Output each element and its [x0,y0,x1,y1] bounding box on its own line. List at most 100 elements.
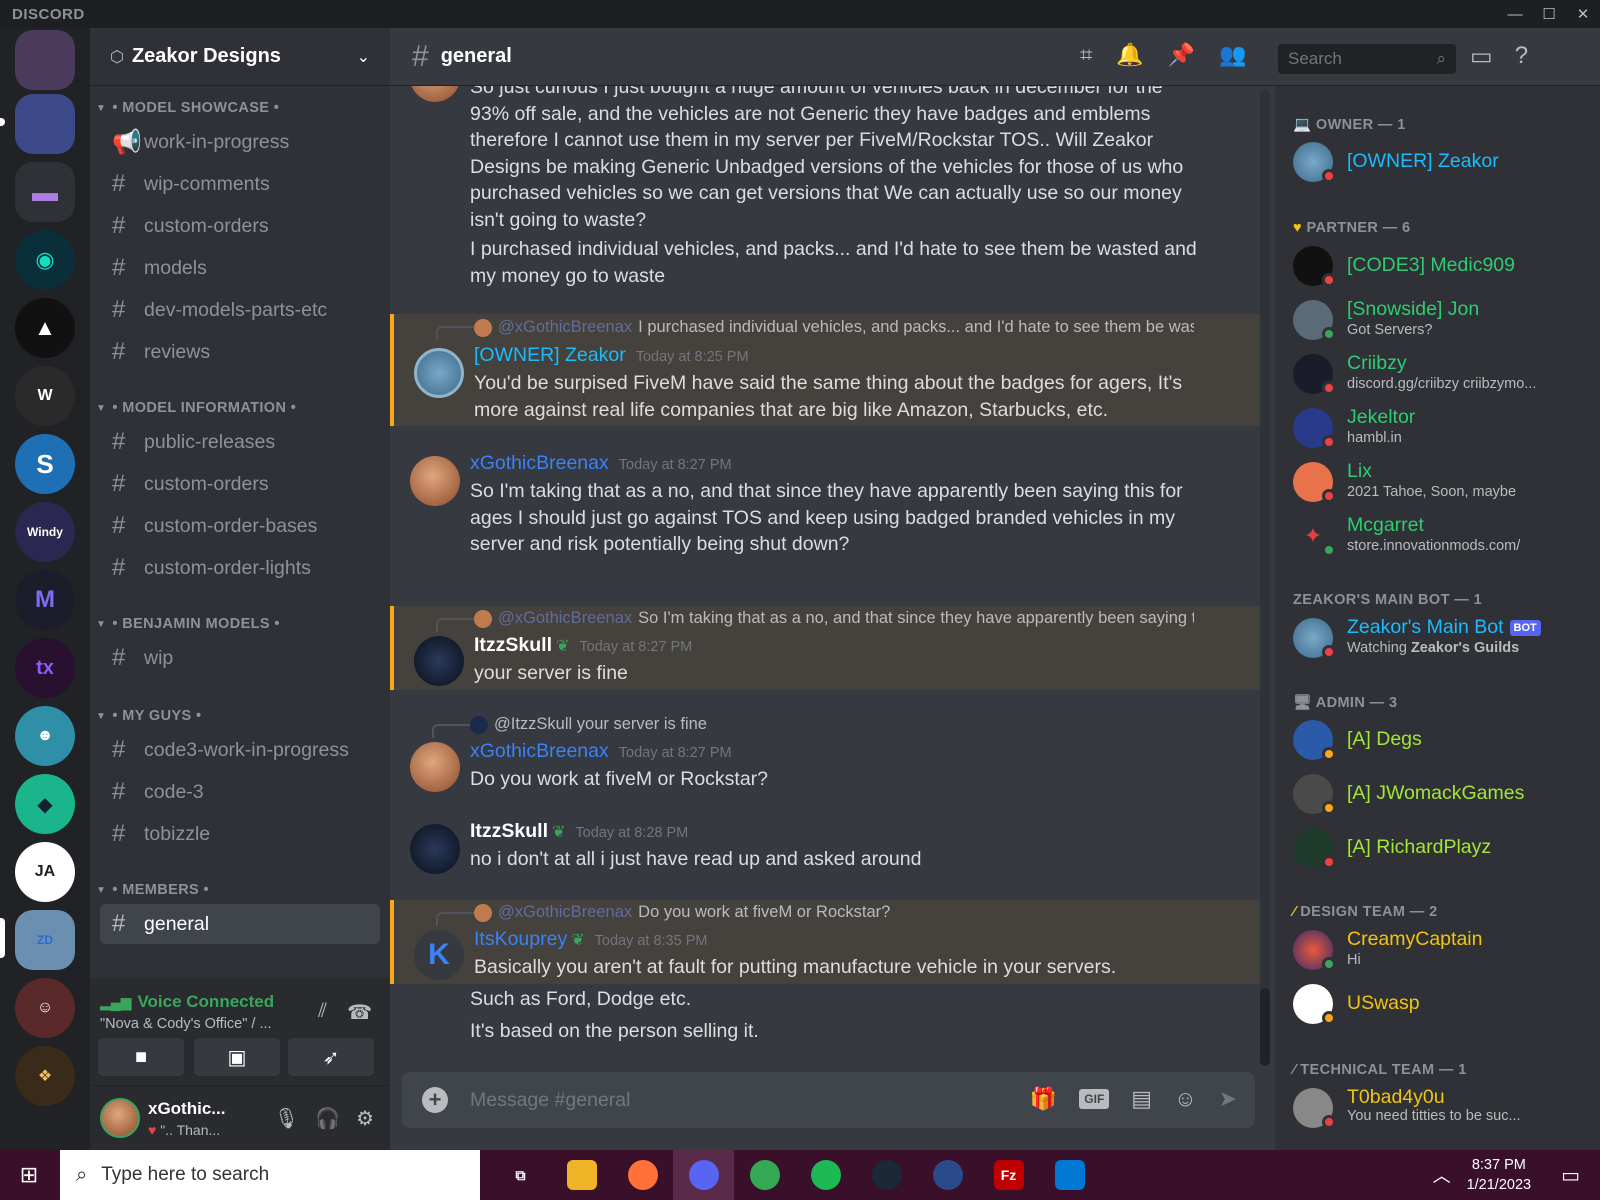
help-icon[interactable]: ? [1515,42,1528,71]
avatar[interactable] [410,456,460,506]
windows-start-button[interactable]: ⊞ [0,1150,58,1200]
pin-icon[interactable]: 📌 [1168,42,1195,68]
channel-custom-order-lights[interactable]: # custom-order-lights [100,548,380,588]
channel-general[interactable]: # general [100,904,380,944]
channel-code-3[interactable]: # code-3 [100,772,380,812]
reply-preview[interactable]: @xGothicBreenax So I'm taking that as a n… [474,609,1194,628]
server-icon[interactable]: ☺ [15,978,75,1038]
server-icon[interactable]: S [15,434,75,494]
member-item[interactable]: Criibzy discord.gg/criibzy criibzymo... [1293,350,1593,400]
avatar[interactable]: K [414,930,464,980]
steam-icon[interactable] [856,1150,917,1200]
server-icon[interactable]: W [15,366,75,426]
channel-custom-orders[interactable]: # custom-orders [100,464,380,504]
member-item[interactable]: [OWNER] Zeakor [1293,138,1593,188]
gear-icon[interactable]: ⚙ [356,1106,374,1131]
close-button[interactable]: ✕ [1566,0,1600,28]
server-icon[interactable]: ◆ [15,774,75,834]
spotify-icon[interactable] [795,1150,856,1200]
gift-icon[interactable]: 🎁 [1030,1086,1057,1112]
camera-button[interactable]: ■ [98,1038,184,1076]
search-input[interactable]: Search ⌕ [1278,44,1456,74]
category-benjamin-models[interactable]: ▼ • BENJAMIN MODELS • [96,616,280,632]
category-model-showcase[interactable]: ▼ • MODEL SHOWCASE • [96,100,279,116]
firefox-icon[interactable] [612,1150,673,1200]
message-author[interactable]: ItzzSkull [470,820,548,842]
message-author[interactable]: [OWNER] Zeakor [474,344,626,366]
message-author[interactable]: xGothicBreenax [470,740,609,762]
category-members[interactable]: ▼ • MEMBERS • [96,882,209,898]
category-my-guys[interactable]: ▼ • MY GUYS • [96,708,202,724]
channel-wip-comments[interactable]: # wip-comments [100,164,380,204]
member-item[interactable]: Lix 2021 Tahoe, Soon, maybe [1293,458,1593,508]
minimize-button[interactable]: — [1498,0,1532,28]
notifications-icon[interactable]: ▭ [1561,1163,1580,1188]
avatar[interactable] [410,742,460,792]
reply-preview[interactable]: @xGothicBreenax Do you work at fiveM or R… [474,903,1194,922]
channel-code3-work-in-progress[interactable]: # code3-work-in-progress [100,730,380,770]
reply-preview[interactable]: @xGothicBreenax I purchased individual ve… [474,318,1194,337]
channel-tobizzle[interactable]: # tobizzle [100,814,380,854]
chevron-up-icon[interactable]: ︿ [1433,1162,1451,1188]
disconnect-icon[interactable]: ☎ [347,1000,372,1025]
activity-button[interactable]: ➶ [288,1038,374,1076]
member-item[interactable]: [Snowside] Jon Got Servers? [1293,296,1593,346]
screen-share-button[interactable]: ▣ [194,1038,280,1076]
channel-wip[interactable]: # wip [100,638,380,678]
server-icon[interactable]: ▲ [15,298,75,358]
members-icon[interactable]: 👥 [1219,42,1246,68]
message-author[interactable]: ItsKouprey [474,928,567,950]
voice-channel-name[interactable]: "Nova & Cody's Office" / ... [100,1016,272,1032]
member-item[interactable]: [CODE3] Medic909 [1293,242,1593,292]
headphones-icon[interactable]: 🎧 [315,1106,340,1131]
chrome-icon[interactable] [734,1150,795,1200]
maximize-button[interactable]: ☐ [1532,0,1566,28]
discord-icon[interactable] [673,1150,734,1200]
server-icon[interactable]: Windy [15,502,75,562]
app-icon[interactable] [1039,1150,1100,1200]
server-icon[interactable]: tx [15,638,75,698]
server-folder-icon[interactable] [15,94,75,154]
member-item[interactable]: T0bad4y0u You need titties to be suc... [1293,1084,1593,1134]
avatar[interactable] [100,1098,140,1138]
channel-custom-order-bases[interactable]: # custom-order-bases [100,506,380,546]
scrollbar-thumb[interactable] [1260,988,1270,1066]
member-item[interactable]: [A] Degs [1293,716,1593,766]
channel-work-in-progress[interactable]: 📢 work-in-progress [100,122,380,162]
file-explorer-icon[interactable] [551,1150,612,1200]
microphone-icon[interactable]: 🎙 [274,1106,299,1131]
member-item[interactable]: Jekeltor hambl.in [1293,404,1593,454]
server-icon[interactable]: JA [15,842,75,902]
message-input[interactable] [470,1086,990,1114]
server-icon[interactable]: ❖ [15,1046,75,1106]
channel-reviews[interactable]: # reviews [100,332,380,372]
noise-suppression-icon[interactable]: ⫽ [318,1000,327,1025]
category-model-information[interactable]: ▼ • MODEL INFORMATION • [96,400,296,416]
avatar[interactable] [414,348,464,398]
channel-dev-models-parts-etc[interactable]: # dev-models-parts-etc [100,290,380,330]
avatar[interactable] [414,636,464,686]
bell-icon[interactable]: 🔔 [1116,42,1143,68]
filezilla-icon[interactable]: Fz [978,1150,1039,1200]
channel-models[interactable]: # models [100,248,380,288]
member-item[interactable]: [A] JWomackGames [1293,770,1593,820]
folder-icon[interactable]: ▬ [15,162,75,222]
member-item[interactable]: USwasp [1293,980,1593,1030]
emoji-icon[interactable]: ☺ [1174,1086,1196,1112]
app-icon[interactable] [917,1150,978,1200]
task-view-button[interactable]: ⧉ [490,1150,551,1200]
username[interactable]: xGothic... [148,1099,225,1119]
server-icon[interactable]: ◉ [15,230,75,290]
inbox-icon[interactable]: ▭ [1470,42,1493,71]
server-icon[interactable]: M [15,570,75,630]
reply-preview[interactable]: @ItzzSkull your server is fine [470,715,1190,734]
avatar[interactable] [410,86,460,102]
channel-public-releases[interactable]: # public-releases [100,422,380,462]
chevron-down-icon[interactable]: ⌄ [357,47,370,67]
send-icon[interactable]: ➤ [1219,1086,1237,1112]
guild-header[interactable]: ⬡ Zeakor Designs ⌄ [90,28,390,86]
message-author[interactable]: ItzzSkull [474,634,552,656]
server-folder-icon[interactable] [15,30,75,90]
sticker-icon[interactable]: ▤ [1131,1086,1152,1112]
threads-icon[interactable]: ⌗ [1080,42,1092,68]
